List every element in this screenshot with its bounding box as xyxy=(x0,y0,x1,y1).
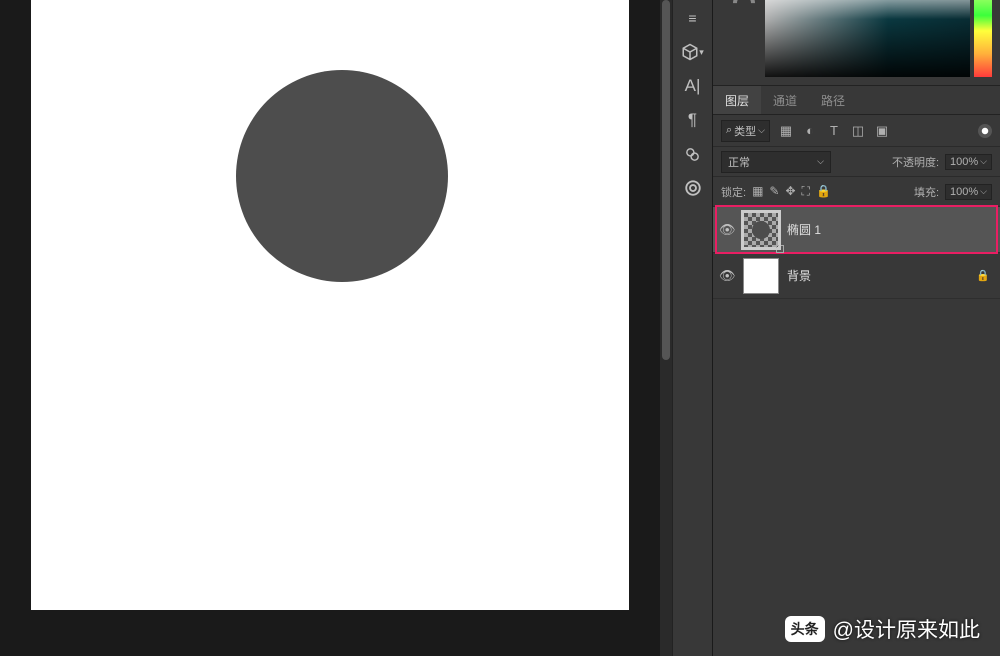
filter-smart-icon[interactable]: ▣ xyxy=(874,123,890,139)
filter-toggle[interactable] xyxy=(978,124,992,138)
visibility-toggle[interactable]: 👁 xyxy=(719,268,735,284)
chevron-down-icon: ⌵ xyxy=(758,125,765,136)
filter-type-icons: ▦ ◐ T ◫ ▣ xyxy=(778,123,890,139)
color-picker xyxy=(713,0,1000,85)
opacity-label: 不透明度: xyxy=(892,154,939,170)
fill-label: 填充: xyxy=(914,184,939,200)
panel-tabs: 图层 通道 路径 xyxy=(713,85,1000,115)
lock-all-icon[interactable]: 🔒 xyxy=(816,184,831,199)
watermark-badge: 头条 xyxy=(785,616,825,642)
watermark: 头条 @设计原来如此 xyxy=(785,614,980,644)
blend-row: 正常 ⌵ 不透明度: 100% ⌵ xyxy=(713,147,1000,177)
cc-icon[interactable] xyxy=(678,174,708,202)
tab-paths[interactable]: 路径 xyxy=(809,86,857,114)
lock-icon: 🔒 xyxy=(976,269,990,282)
paragraph-icon[interactable]: ¶ xyxy=(678,106,708,134)
lock-brush-icon[interactable]: ✎ xyxy=(769,184,779,199)
ellipse-shape[interactable] xyxy=(236,70,448,282)
chevron-down-icon: ⌵ xyxy=(980,156,987,167)
watermark-text: @设计原来如此 xyxy=(833,614,980,644)
cube-icon[interactable]: ▾ xyxy=(678,38,708,66)
lock-row: 锁定: ▦ ✎ ✥ ⛶ 🔒 填充: 100% ⌵ xyxy=(713,177,1000,207)
layer-name[interactable]: 椭圆 1 xyxy=(787,221,996,238)
color-swatch-ring[interactable] xyxy=(733,0,761,77)
tab-layers[interactable]: 图层 xyxy=(713,86,761,114)
filter-adjust-icon[interactable]: ◐ xyxy=(802,123,818,139)
opacity-value: 100% xyxy=(950,156,978,168)
link-icon[interactable] xyxy=(678,140,708,168)
type-icon[interactable]: A| xyxy=(678,72,708,100)
layer-filter-row: ⌕ 类型 ⌵ ▦ ◐ T ◫ ▣ xyxy=(713,115,1000,147)
layer-thumbnail-bg[interactable] xyxy=(743,258,779,294)
scrollbar-thumb[interactable] xyxy=(662,0,670,360)
layer-thumbnail-shape[interactable] xyxy=(743,212,779,248)
layers-list: 👁 椭圆 1 👁 背景 🔒 xyxy=(713,207,1000,656)
filter-pixel-icon[interactable]: ▦ xyxy=(778,123,794,139)
layer-row-ellipse[interactable]: 👁 椭圆 1 xyxy=(713,207,1000,253)
layer-row-background[interactable]: 👁 背景 🔒 xyxy=(713,253,1000,299)
lock-artboard-icon[interactable]: ⛶ xyxy=(802,184,810,199)
canvas-area[interactable] xyxy=(0,0,660,656)
blend-mode-select[interactable]: 正常 ⌵ xyxy=(721,151,831,173)
filter-type-icon[interactable]: T xyxy=(826,123,842,139)
hue-slider[interactable] xyxy=(974,0,992,77)
chevron-down-icon: ⌵ xyxy=(980,186,987,197)
canvas-background[interactable] xyxy=(31,0,629,610)
layer-name[interactable]: 背景 xyxy=(787,267,968,284)
lock-move-icon[interactable]: ✥ xyxy=(785,184,795,199)
filter-kind-label: 类型 xyxy=(734,123,756,139)
fill-value: 100% xyxy=(950,186,978,198)
tool-sidebar: ≡ ▾ A| ¶ xyxy=(672,0,712,656)
lock-transparent-icon[interactable]: ▦ xyxy=(752,184,763,199)
color-field[interactable] xyxy=(765,0,970,77)
opacity-input[interactable]: 100% ⌵ xyxy=(945,154,992,170)
visibility-toggle[interactable]: 👁 xyxy=(719,222,735,238)
search-icon: ⌕ xyxy=(726,124,732,137)
hamburger-icon[interactable]: ≡ xyxy=(678,4,708,32)
tab-channels[interactable]: 通道 xyxy=(761,86,809,114)
filter-shape-icon[interactable]: ◫ xyxy=(850,123,866,139)
blend-mode-value: 正常 xyxy=(728,154,750,170)
lock-label: 锁定: xyxy=(721,184,746,200)
filter-kind-select[interactable]: ⌕ 类型 ⌵ xyxy=(721,120,770,142)
layers-panel: 图层 通道 路径 ⌕ 类型 ⌵ ▦ ◐ T ◫ ▣ 正常 ⌵ 不透明度: 100… xyxy=(712,0,1000,656)
vertical-scrollbar[interactable] xyxy=(660,0,672,656)
chevron-down-icon: ⌵ xyxy=(817,156,824,167)
fill-input[interactable]: 100% ⌵ xyxy=(945,184,992,200)
